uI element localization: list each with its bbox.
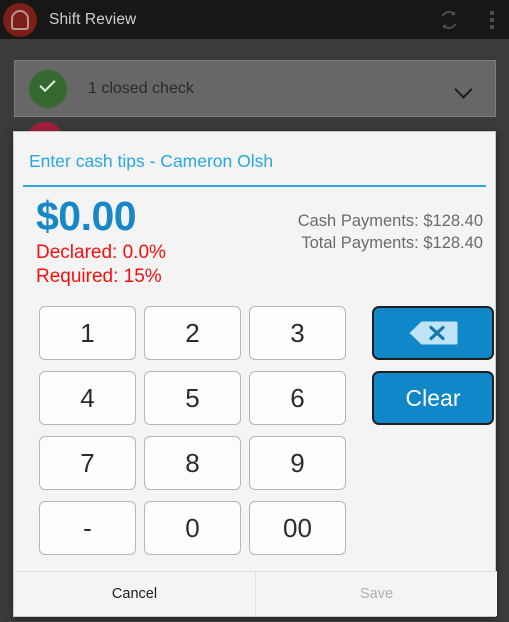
refresh-sync-icon[interactable] — [437, 8, 461, 32]
app-root: Shift Review 1 closed check Enter cash t… — [0, 0, 509, 622]
chevron-down-icon[interactable] — [453, 77, 477, 101]
cancel-button[interactable]: Cancel — [14, 572, 256, 616]
tip-amount-value: $0.00 — [36, 193, 137, 239]
app-title: Shift Review — [49, 10, 137, 28]
overflow-dot — [490, 10, 494, 15]
cash-payments-label: Cash Payments: $128.40 — [297, 212, 483, 230]
keypad-key-1[interactable]: 1 — [39, 306, 136, 360]
backspace-delete-icon — [409, 321, 458, 345]
bread-logo-glyph — [11, 9, 29, 30]
total-payments-label: Total Payments: $128.40 — [301, 234, 483, 252]
closed-check-card[interactable]: 1 closed check — [14, 60, 496, 117]
dialog-title: Enter cash tips - Cameron Olsh — [29, 151, 274, 171]
action-bar: Shift Review — [0, 0, 509, 39]
check-circle-icon — [29, 69, 67, 108]
dialog-footer: Cancel Save — [14, 571, 497, 616]
backspace-button[interactable] — [372, 306, 494, 360]
overflow-dot — [490, 17, 494, 22]
keypad-key-minus[interactable]: - — [39, 501, 136, 555]
overflow-dot — [490, 24, 494, 29]
declared-percent-label: Declared: 0.0% — [36, 242, 166, 263]
overflow-menu-icon[interactable] — [481, 7, 503, 33]
keypad-key-6[interactable]: 6 — [249, 371, 346, 425]
keypad-key-double-zero[interactable]: 00 — [249, 501, 346, 555]
bread-logo-icon — [3, 2, 37, 37]
keypad-key-3[interactable]: 3 — [249, 306, 346, 360]
cash-tips-dialog: Enter cash tips - Cameron Olsh $0.00 Dec… — [13, 131, 497, 617]
keypad-key-8[interactable]: 8 — [144, 436, 241, 490]
keypad-key-4[interactable]: 4 — [39, 371, 136, 425]
save-button: Save — [256, 572, 497, 616]
clear-button[interactable]: Clear — [372, 371, 494, 425]
check-mark — [39, 75, 56, 92]
keypad-key-2[interactable]: 2 — [144, 306, 241, 360]
keypad-key-0[interactable]: 0 — [144, 501, 241, 555]
keypad-key-5[interactable]: 5 — [144, 371, 241, 425]
keypad-key-7[interactable]: 7 — [39, 436, 136, 490]
keypad-key-9[interactable]: 9 — [249, 436, 346, 490]
payments-summary: Cash Payments: $128.40 Total Payments: $… — [298, 210, 483, 254]
tip-summary: $0.00 Declared: 0.0% Required: 15% Cash … — [14, 187, 495, 293]
numeric-keypad: 1 2 3 4 5 6 7 8 9 - 0 00 Clear — [14, 306, 497, 560]
required-percent-label: Required: 15% — [36, 266, 162, 287]
closed-check-label: 1 closed check — [88, 79, 194, 97]
chevron-shape — [454, 79, 473, 99]
